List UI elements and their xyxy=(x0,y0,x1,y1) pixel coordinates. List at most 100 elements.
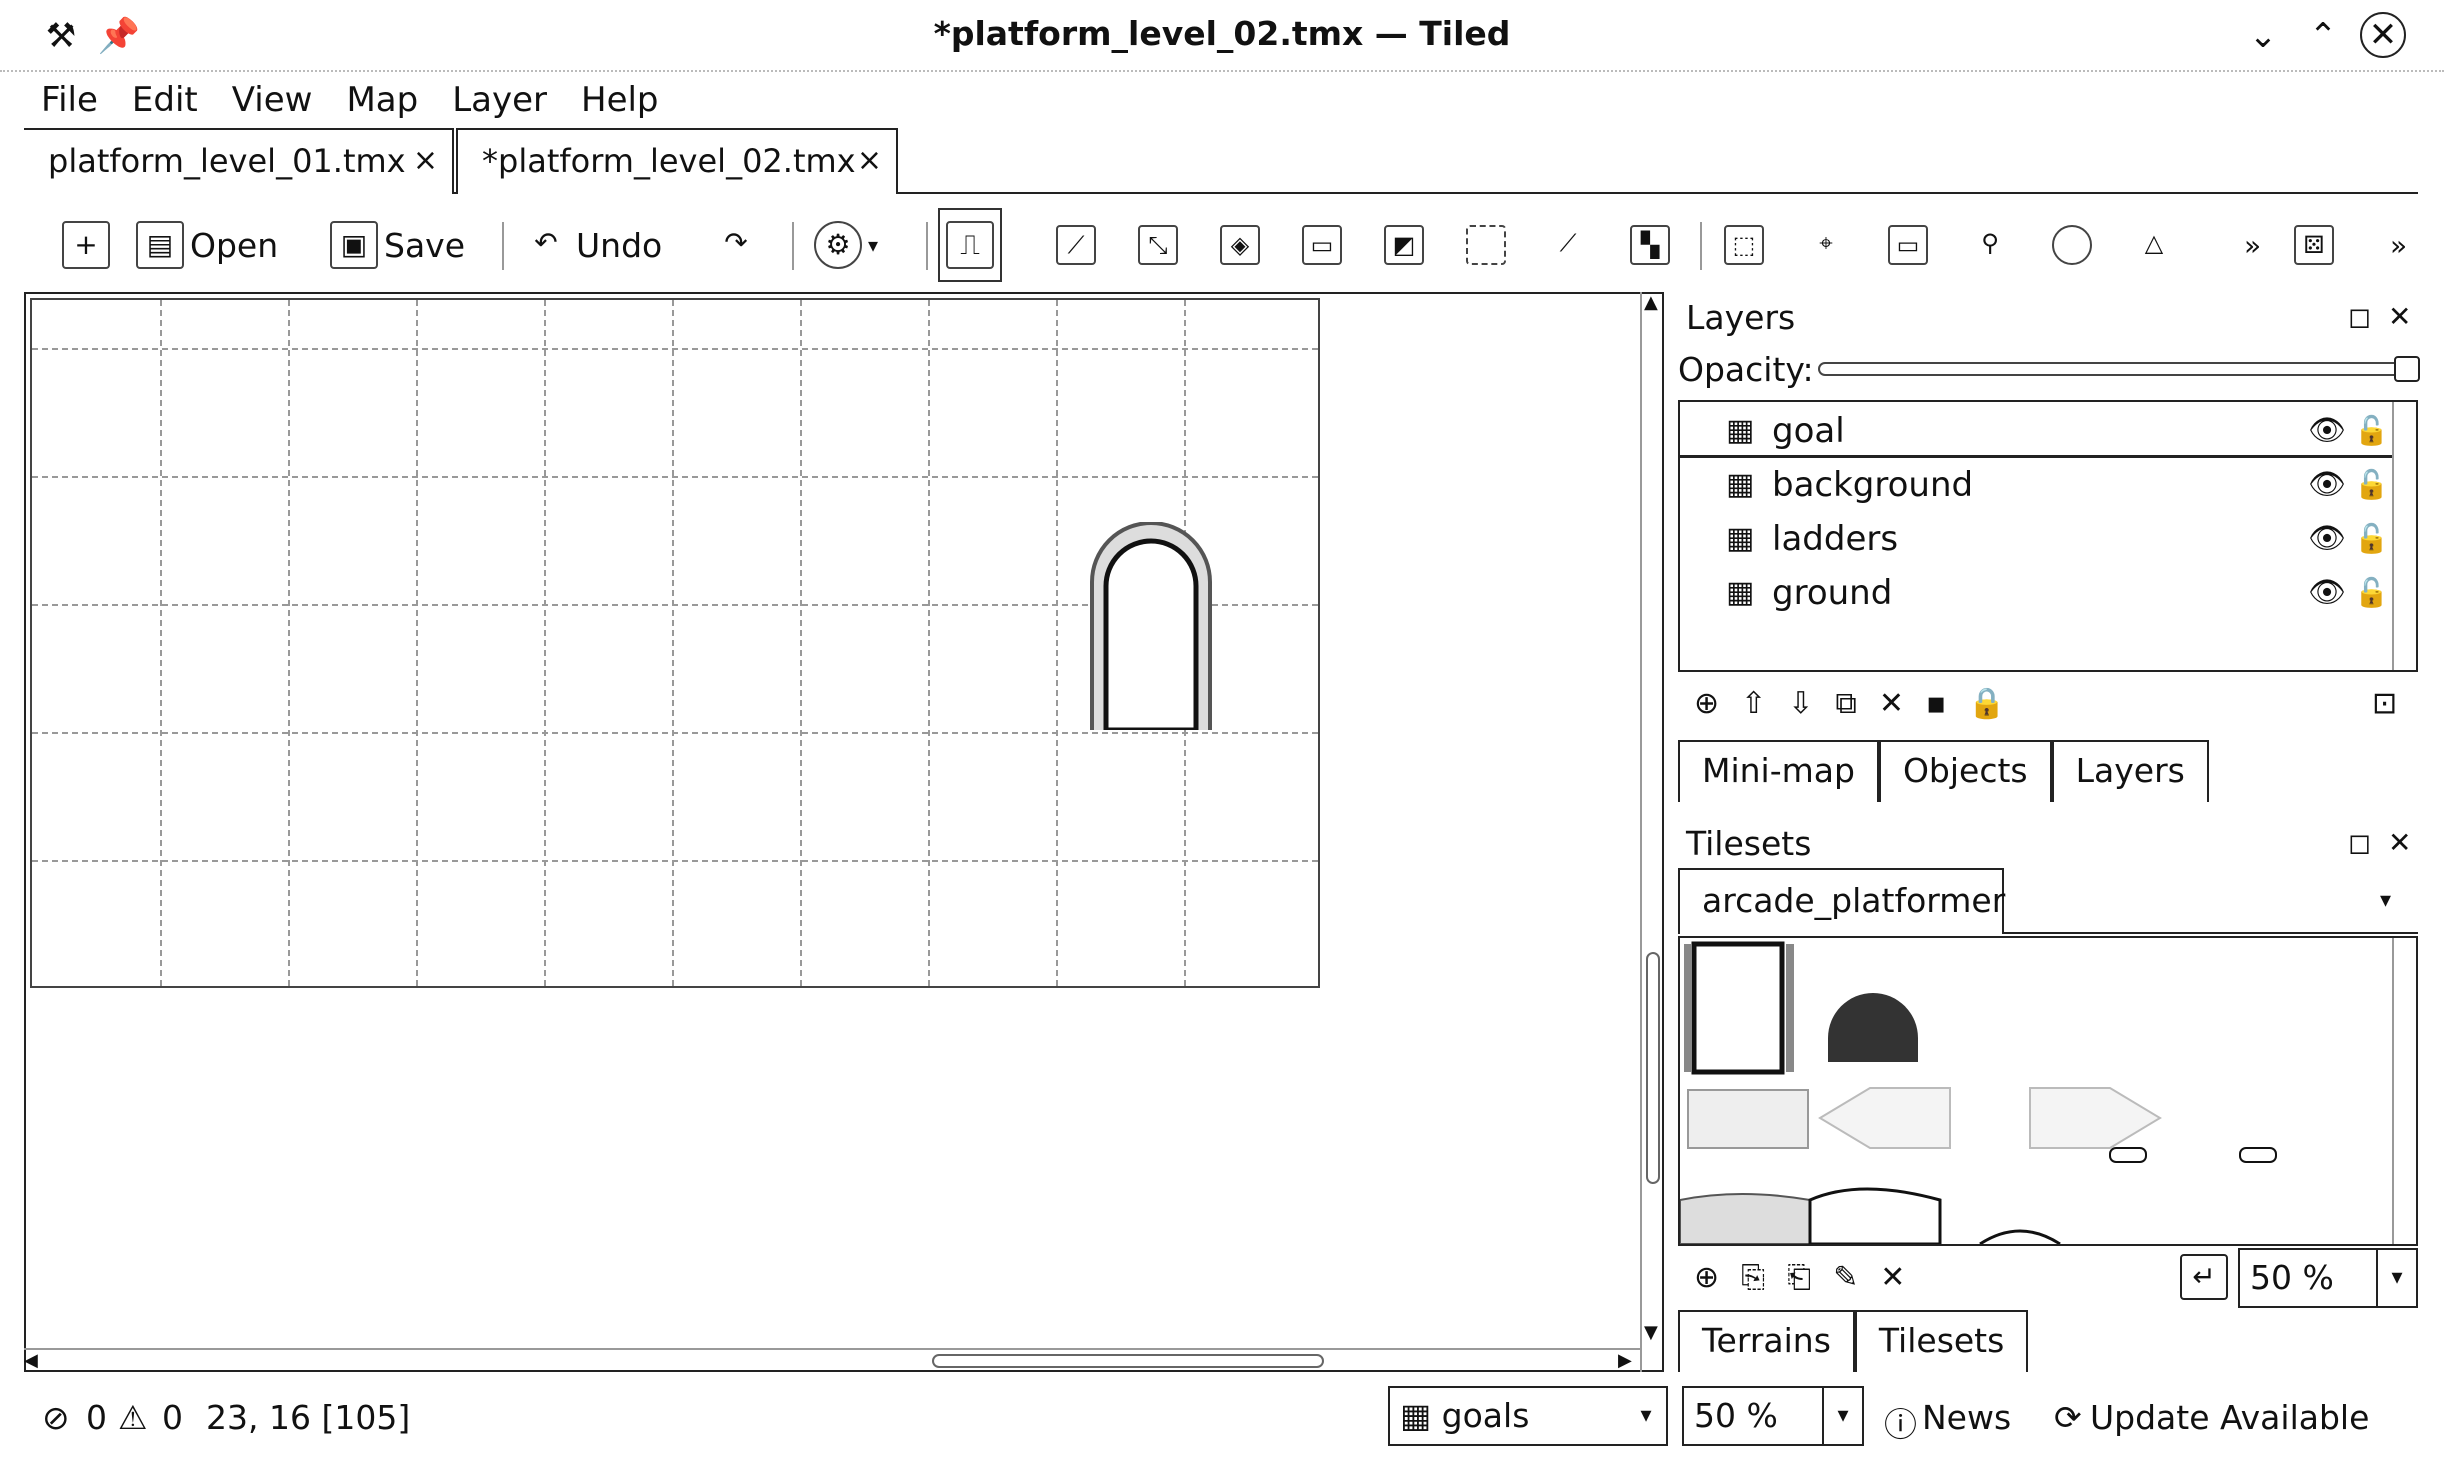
scroll-down-icon[interactable]: ▼ xyxy=(1644,1322,1658,1343)
menu-view[interactable]: View xyxy=(215,76,330,126)
scroll-up-icon[interactable]: ▲ xyxy=(1644,292,1658,313)
news-link[interactable]: News xyxy=(1922,1398,2011,1437)
lower-layer-icon[interactable]: ⇩ xyxy=(1788,686,1813,721)
rectangular-select-tool[interactable] xyxy=(1466,214,1506,276)
duplicate-layer-icon[interactable]: ⧉ xyxy=(1835,686,1856,721)
layer-row-background[interactable]: ▦ background 👁 🔓 xyxy=(1680,458,2392,512)
shape-fill-tool[interactable]: ▭ xyxy=(1302,214,1342,276)
menu-map[interactable]: Map xyxy=(329,76,435,126)
layer-row-goal[interactable]: ▦ goal 👁 🔓 xyxy=(1680,404,2392,458)
highlight-layer-icon[interactable]: ⊡ xyxy=(2372,686,2397,721)
commands-button[interactable]: ⚙ ▾ xyxy=(814,214,878,276)
new-layer-icon[interactable]: ⊕ xyxy=(1694,686,1719,721)
eraser-tool[interactable]: ◩ xyxy=(1384,214,1424,276)
layers-list-scrollbar[interactable] xyxy=(2392,402,2416,670)
float-panel-icon[interactable]: ◻ xyxy=(2348,300,2371,333)
horizontal-scroll-thumb[interactable] xyxy=(932,1354,1324,1368)
tileset-view[interactable] xyxy=(1678,936,2418,1246)
visibility-eye-icon[interactable]: 👁 xyxy=(2308,566,2346,620)
chevron-down-icon[interactable]: ▾ xyxy=(2376,1250,2416,1306)
tab-tilesets[interactable]: Tilesets xyxy=(1854,1310,2029,1372)
zoom-combo[interactable]: 50 % ▾ xyxy=(1682,1386,1864,1446)
toolbar-overflow-button-2[interactable]: » xyxy=(2390,214,2407,276)
bucket-fill-tool[interactable]: ◈ xyxy=(1220,214,1260,276)
open-button[interactable]: ▤ Open xyxy=(136,214,278,276)
tileset-menu-arrow-icon[interactable]: ▾ xyxy=(2380,888,2391,913)
undo-button[interactable]: ↶ Undo xyxy=(522,214,662,276)
lock-other-layers-icon[interactable]: 🔒 xyxy=(1968,686,2005,721)
close-tab-icon[interactable]: × xyxy=(413,130,438,192)
tile-map[interactable] xyxy=(30,298,1320,988)
tab-layers[interactable]: Layers xyxy=(2051,740,2209,802)
hide-other-layers-icon[interactable]: ▪ xyxy=(1926,686,1946,721)
insert-ellipse-tool[interactable] xyxy=(2052,214,2092,276)
export-tileset-icon[interactable]: ⎗ xyxy=(1787,1260,1811,1295)
select-same-tile-tool[interactable]: ▚ xyxy=(1630,214,1670,276)
close-tab-icon[interactable]: × xyxy=(857,130,882,192)
new-tileset-icon[interactable]: ⊕ xyxy=(1694,1260,1719,1295)
map-horizontal-scrollbar[interactable]: ◀ ▶ xyxy=(24,1348,1640,1372)
error-icon[interactable]: ⊘ xyxy=(42,1398,70,1437)
toolbar-overflow-button[interactable]: » xyxy=(2244,214,2261,276)
new-file-button[interactable]: + xyxy=(62,214,110,276)
terrain-brush-tool[interactable]: ⟋ xyxy=(1056,214,1096,276)
embed-tileset-icon[interactable]: ⎘ xyxy=(1741,1260,1765,1295)
raise-layer-icon[interactable]: ⇧ xyxy=(1741,686,1766,721)
tab-platform-level-01[interactable]: platform_level_01.tmx × xyxy=(24,128,454,194)
float-panel-icon[interactable]: ◻ xyxy=(2348,826,2371,859)
lock-icon[interactable]: 🔓 xyxy=(2354,404,2389,458)
tab-terrains[interactable]: Terrains xyxy=(1678,1310,1855,1372)
scroll-right-icon[interactable]: ▶ xyxy=(1618,1350,1632,1371)
visibility-eye-icon[interactable]: 👁 xyxy=(2308,404,2346,458)
menu-edit[interactable]: Edit xyxy=(115,76,215,126)
menu-file[interactable]: File xyxy=(24,76,115,126)
wang-brush-tool[interactable]: ⤡ xyxy=(1138,214,1178,276)
lock-icon[interactable]: 🔓 xyxy=(2354,512,2389,566)
chevron-down-icon[interactable]: ▾ xyxy=(1822,1388,1862,1444)
delete-layer-icon[interactable]: ✕ xyxy=(1879,686,1904,721)
visibility-eye-icon[interactable]: 👁 xyxy=(2308,458,2346,512)
close-panel-icon[interactable]: ✕ xyxy=(2388,300,2411,333)
warning-icon[interactable]: ⚠ xyxy=(118,1398,148,1437)
layers-list[interactable]: ▦ goal 👁 🔓 ▦ background 👁 🔓 ▦ ladders 👁 … xyxy=(1678,400,2418,672)
scroll-left-icon[interactable]: ◀ xyxy=(24,1350,38,1371)
close-panel-icon[interactable]: ✕ xyxy=(2388,826,2411,859)
lock-icon[interactable]: 🔓 xyxy=(2354,458,2389,512)
insert-rectangle-tool[interactable]: ▭ xyxy=(1888,214,1928,276)
insert-polygon-tool[interactable]: △ xyxy=(2134,214,2174,276)
update-available-link[interactable]: Update Available xyxy=(2090,1398,2369,1437)
layer-row-ground[interactable]: ▦ ground 👁 🔓 xyxy=(1680,566,2392,620)
close-icon[interactable]: ✕ xyxy=(2360,12,2406,58)
opacity-slider[interactable] xyxy=(1818,356,2420,382)
tab-objects[interactable]: Objects xyxy=(1878,740,2052,802)
tileset-zoom-combo[interactable]: 50 % ▾ xyxy=(2238,1248,2418,1308)
lock-icon[interactable]: 🔓 xyxy=(2354,566,2389,620)
maximize-icon[interactable]: ⌃ xyxy=(2300,16,2346,56)
dynamic-wrapping-button[interactable]: ↵ xyxy=(2180,1254,2228,1300)
menu-help[interactable]: Help xyxy=(564,76,676,126)
vertical-scroll-thumb[interactable] xyxy=(1646,952,1660,1184)
layer-row-ladders[interactable]: ▦ ladders 👁 🔓 xyxy=(1680,512,2392,566)
minimize-icon[interactable]: ⌄ xyxy=(2240,16,2286,56)
tab-platform-level-02[interactable]: *platform_level_02.tmx × xyxy=(456,128,898,194)
edit-tileset-icon[interactable]: ✎ xyxy=(1833,1260,1858,1295)
insert-point-tool[interactable]: ⚲ xyxy=(1970,214,2010,276)
stamp-brush-tool[interactable]: ⎍ xyxy=(938,208,1002,282)
save-button[interactable]: ▣ Save xyxy=(330,214,465,276)
map-vertical-scrollbar[interactable]: ▲ ▼ xyxy=(1640,292,1664,1372)
chevron-down-icon[interactable]: ▾ xyxy=(1626,1388,1666,1444)
opacity-slider-handle[interactable] xyxy=(2394,356,2420,382)
select-objects-tool[interactable]: ⬚ xyxy=(1724,214,1764,276)
map-canvas[interactable] xyxy=(24,292,1664,1372)
edit-polygons-tool[interactable]: ⌖ xyxy=(1806,214,1846,276)
magic-wand-tool[interactable]: ⟋ xyxy=(1548,214,1588,276)
tileset-view-scrollbar[interactable] xyxy=(2392,938,2416,1244)
layer-select-combo[interactable]: ▦ goals ▾ xyxy=(1388,1386,1668,1446)
tab-mini-map[interactable]: Mini-map xyxy=(1678,740,1879,802)
menu-layer[interactable]: Layer xyxy=(435,76,564,126)
remove-tileset-icon[interactable]: ✕ xyxy=(1880,1260,1905,1295)
redo-button[interactable]: ↷ xyxy=(712,214,760,276)
random-mode-button[interactable]: ⚄ xyxy=(2294,214,2334,276)
visibility-eye-icon[interactable]: 👁 xyxy=(2308,512,2346,566)
tileset-tab-arcade-platformer[interactable]: arcade_platformer xyxy=(1678,868,2005,934)
